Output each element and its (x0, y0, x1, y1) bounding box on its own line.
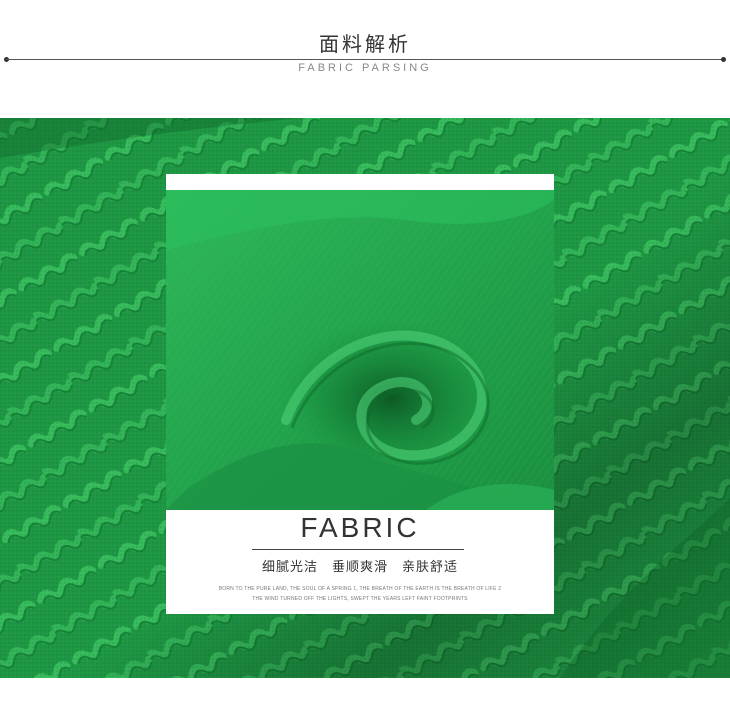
card-title-underline (252, 549, 464, 550)
section-title-english: FABRIC PARSING (298, 62, 432, 74)
section-header: 面料解析 FABRIC PARSING (0, 0, 730, 118)
card-subtitle: 细腻光洁 垂顺爽滑 亲肤舒适 (261, 560, 458, 575)
bottom-margin (0, 678, 730, 701)
section-title-chinese: 面料解析 (319, 32, 411, 56)
title-divider-line (6, 59, 724, 60)
card-fine-print-line-2: THE WIND TURNED OFF THE LIGHTS, SWEPT TH… (252, 596, 468, 602)
satin-swirl-image (166, 190, 554, 510)
satin-fabric-photo (166, 190, 554, 510)
card-title: FABRIC (300, 512, 420, 543)
card-fine-print-line-1: BORN TO THE PURE LAND, THE SOUL OF A SPR… (218, 586, 502, 592)
